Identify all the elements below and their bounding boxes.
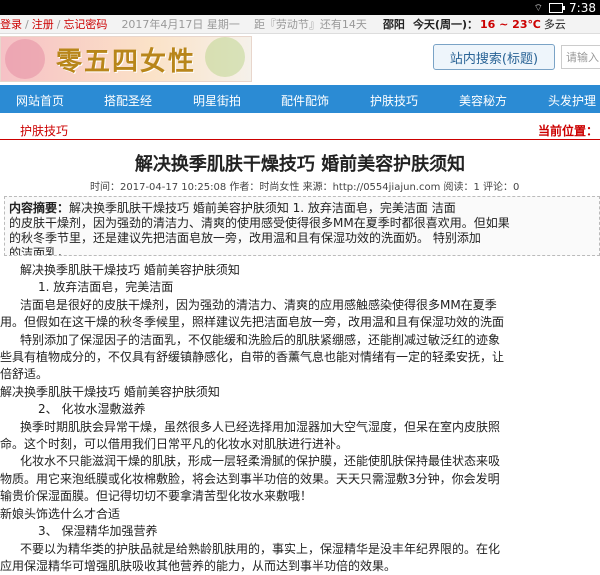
- holiday-countdown: 距『劳动节』还有14天: [253, 18, 367, 31]
- paragraph: 特别添加了保湿因子的洁面乳，不仅能缓和洗脸后的肌肤紧绷感，还能削减过敏泛红的迹象: [20, 332, 501, 347]
- paragraph: 倍舒适。: [0, 367, 49, 382]
- top-bar: 登录 / 注册 / 忘记密码 2017年4月17日 星期一 距『劳动节』还有14…: [0, 15, 600, 34]
- battery-icon: [549, 3, 566, 13]
- summary-line: 的秋冬季节里，还是建议先把洁面皂放一旁，改用温和且有保湿功效的洗面奶。 特别添加: [9, 231, 481, 245]
- weather-city: 邵阳: [382, 18, 405, 31]
- paragraph: 不要以为精华类的护肤品就是给熟龄肌肤用的，事实上，保湿精华是没丰年纪界限的。在化: [20, 541, 501, 556]
- nav-street-snap[interactable]: 明星街拍: [193, 92, 241, 109]
- breadcrumb: 护肤技巧 当前位置：: [0, 119, 600, 140]
- clock: 7:38: [569, 1, 596, 15]
- paragraph: 化妆水不只能滋润干燥的肌肤，形成一层轻柔滑腻的保护膜，还能使肌肤保持最佳状态来吸: [20, 454, 501, 469]
- site-logo[interactable]: 零五四女性: [0, 36, 252, 82]
- nav-beauty[interactable]: 美容秘方: [459, 92, 507, 109]
- paragraph: 3、 保湿精华加强营养: [38, 524, 158, 539]
- nav-accessories[interactable]: 配件配饰: [281, 92, 329, 109]
- breadcrumb-section[interactable]: 护肤技巧: [20, 122, 68, 139]
- breadcrumb-location: 当前位置：: [538, 124, 599, 138]
- paragraph: 2、 化妆水湿敷滋养: [38, 402, 146, 417]
- search-input[interactable]: 请输入: [561, 45, 600, 69]
- paragraph: 输贵价保湿面膜。但记得切切不要拿清苦型化妆水来敷哦！: [0, 489, 313, 504]
- paragraph: 物质。用它来泡纸膜或化妆棉敷脸，将会达到事半功倍的效果。天天只需湿敷3分钟，你会…: [0, 471, 500, 486]
- summary-line: 的洁面乳，...: [9, 246, 81, 256]
- search-area: 站内搜索(标题) 请输入: [433, 44, 600, 70]
- nav-skincare[interactable]: 护肤技巧: [370, 92, 418, 109]
- article-body: 解决换季肌肤干燥技巧 婚前美容护肤须知 1. 放弃洁面皂，完美洁面 洁面皂是很好…: [0, 262, 600, 575]
- paragraph: 1. 放弃洁面皂，完美洁面: [38, 280, 174, 295]
- paragraph: 命。这个时刻，可以借用我们日常平凡的化妆水对肌肤进行进补。: [0, 437, 349, 452]
- logo-text: 零五四女性: [55, 46, 196, 77]
- weather-desc: 多云: [543, 18, 566, 31]
- paragraph: 些具有植物成分的，不仅具有舒缓镇静感化，自带的香薰气息也能对情绪有一定的轻柔安抚…: [0, 350, 505, 365]
- logo-decoration: [205, 37, 245, 77]
- header: 零五四女性 站内搜索(标题) 请输入: [0, 34, 600, 84]
- register-link[interactable]: 注册: [32, 16, 54, 32]
- weather-today: 今天(周一)：: [412, 18, 478, 31]
- paragraph: 洁面皂是很好的皮肤干燥剂，因为强劲的清洁力、清爽的应用感触感染使得很多MM在夏季: [20, 297, 497, 312]
- wifi-icon: ⌔: [533, 2, 544, 14]
- logo-decoration: [5, 39, 45, 79]
- weather-temp: 16 ~ 23℃: [480, 17, 541, 31]
- related-link[interactable]: 新娘头饰选什么才合适: [0, 506, 600, 523]
- paragraph: 换季时期肌肤会异常干燥，虽然很多人已经选择用加湿器加大空气湿度，但呆在室内皮肤照: [20, 419, 501, 434]
- paragraph: 解决换季肌肤干燥技巧 婚前美容护肤须知: [0, 384, 220, 399]
- nav-hair[interactable]: 头发护理: [548, 92, 596, 109]
- summary-line: 的皮肤干燥剂，因为强劲的清洁力、清爽的使用感受使得很多MM在夏季时都很喜欢用。但…: [9, 216, 510, 230]
- article-meta: 时间：2017-04-17 10:25:08 作者：时尚女性 来源：http:/…: [90, 182, 520, 193]
- main-nav: 网站首页 搭配圣经 明星街拍 配件配饰 护肤技巧 美容秘方 头发护理: [0, 85, 600, 113]
- forgot-password-link[interactable]: 忘记密码: [63, 16, 107, 32]
- paragraph: 应用保湿精华可增强肌肤吸收其他营养的能力，从而达到事半功倍的效果。: [0, 558, 397, 573]
- login-link[interactable]: 登录: [0, 16, 22, 32]
- status-bar: ⌔ 7:38: [0, 0, 600, 15]
- article-title: 解决换季肌肤干燥技巧 婚前美容护肤须知: [134, 154, 466, 175]
- paragraph: 解决换季肌肤干燥技巧 婚前美容护肤须知: [20, 263, 240, 277]
- paragraph: 用。但假如在这干燥的秋冬季候里，照样建议先把洁面皂放一旁，改用温和且有保湿功效的…: [0, 315, 505, 330]
- article-summary: 内容摘要：解决换季肌肤干燥技巧 婚前美容护肤须知 1. 放弃洁面皂，完美洁面 洁…: [4, 196, 600, 256]
- nav-home[interactable]: 网站首页: [16, 92, 64, 109]
- date-text: 2017年4月17日 星期一: [121, 18, 240, 31]
- search-scope-button[interactable]: 站内搜索(标题): [433, 44, 555, 70]
- summary-line: 解决换季肌肤干燥技巧 婚前美容护肤须知 1. 放弃洁面皂，完美洁面 洁面: [69, 201, 456, 215]
- nav-outfit[interactable]: 搭配圣经: [104, 92, 152, 109]
- summary-label: 内容摘要：: [9, 201, 70, 215]
